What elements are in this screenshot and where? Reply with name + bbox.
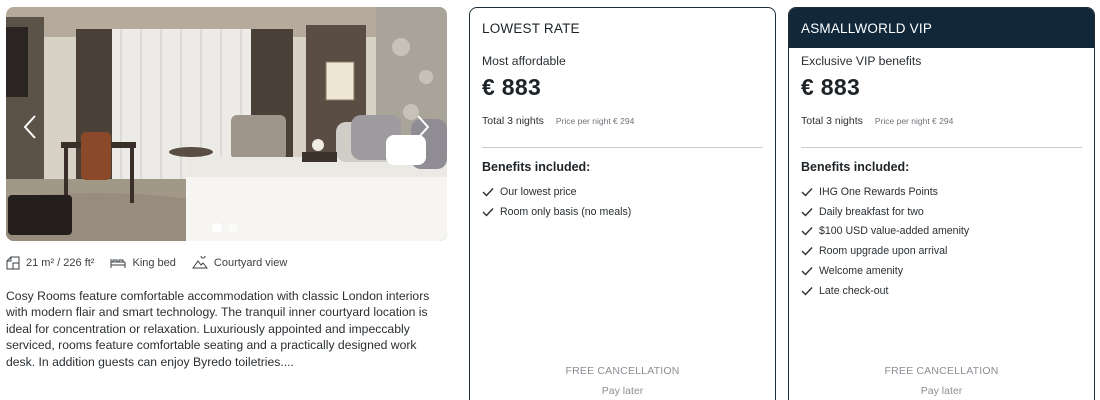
carousel-next-button[interactable]: [411, 112, 435, 142]
price-per-night-label: Price per night € 294: [874, 116, 954, 126]
check-icon: [482, 187, 494, 197]
view-feature: Courtyard view: [191, 256, 288, 270]
total-nights-label: Total 3 nights: [801, 115, 863, 127]
pay-later-label: Pay later: [601, 385, 644, 397]
room-size-feature: 21 m² / 226 ft²: [6, 256, 94, 270]
divider: [801, 147, 1082, 148]
benefit-item: IHG One Rewards Points: [801, 182, 1082, 202]
benefits-title: Benefits included:: [482, 160, 591, 174]
room-photo-carousel[interactable]: [6, 7, 447, 241]
rate-card-footer: FREE CANCELLATION Pay later: [789, 365, 1094, 397]
view-label: Courtyard view: [213, 257, 288, 269]
rate-card-total: Total 3 nights Price per night € 294: [789, 115, 1094, 127]
bed-icon: [110, 259, 126, 268]
total-nights-label: Total 3 nights: [482, 115, 544, 127]
rate-card-price: € 883: [482, 74, 542, 100]
courtyard-view-icon: [191, 256, 208, 269]
check-icon: [801, 227, 813, 236]
benefits-list: Our lowest price Room only basis (no mea…: [470, 182, 775, 222]
check-icon: [801, 207, 813, 217]
chevron-left-icon: [23, 115, 36, 139]
check-icon: [801, 247, 813, 256]
price-per-night-label: Price per night € 294: [555, 116, 635, 126]
benefit-item: Room upgrade upon arrival: [801, 241, 1082, 261]
benefit-label: IHG One Rewards Points: [819, 185, 938, 198]
rate-card-footer: FREE CANCELLATION Pay later: [470, 365, 775, 397]
check-icon: [801, 286, 813, 296]
carousel-prev-button[interactable]: [18, 112, 42, 142]
floorplan-icon: [6, 256, 20, 270]
rate-card-vip[interactable]: ASMALLWORLD VIP Exclusive VIP benefits €…: [788, 7, 1095, 400]
bed-feature: King bed: [110, 256, 176, 270]
rate-card-header: ASMALLWORLD VIP: [789, 8, 1094, 48]
benefit-label: Room upgrade upon arrival: [819, 245, 948, 258]
divider: [482, 147, 763, 148]
benefit-item: Room only basis (no meals): [482, 202, 763, 222]
check-icon: [801, 267, 813, 276]
benefits-list: IHG One Rewards Points Daily breakfast f…: [789, 182, 1094, 301]
carousel-dot-1[interactable]: [212, 223, 222, 233]
benefits-title: Benefits included:: [801, 160, 910, 174]
pay-later-label: Pay later: [920, 385, 963, 397]
rate-card-subtitle: Exclusive VIP benefits: [801, 54, 922, 68]
room-photo: [6, 7, 447, 241]
free-cancellation-label: FREE CANCELLATION: [565, 365, 680, 377]
benefit-label: $100 USD value-added amenity: [819, 225, 970, 238]
benefit-label: Late check-out: [819, 284, 889, 297]
carousel-dots: [212, 223, 238, 233]
bed-type-label: King bed: [132, 257, 176, 269]
benefit-item: Our lowest price: [482, 182, 763, 202]
rate-card-subtitle: Most affordable: [482, 54, 566, 68]
free-cancellation-label: FREE CANCELLATION: [884, 365, 999, 377]
carousel-dot-2[interactable]: [228, 223, 238, 233]
rate-card-price: € 883: [801, 74, 861, 100]
benefit-label: Room only basis (no meals): [500, 205, 632, 218]
benefit-label: Our lowest price: [500, 185, 577, 198]
benefit-label: Daily breakfast for two: [819, 205, 924, 218]
benefit-item: Daily breakfast for two: [801, 202, 1082, 222]
room-size-label: 21 m² / 226 ft²: [26, 257, 95, 269]
check-icon: [482, 207, 494, 217]
room-features: 21 m² / 226 ft² King bed Courtyard view: [6, 256, 303, 270]
rate-card-lowest[interactable]: LOWEST RATE Most affordable € 883 Total …: [469, 7, 776, 400]
rate-card-total: Total 3 nights Price per night € 294: [470, 115, 775, 127]
chevron-right-icon: [417, 115, 430, 139]
rate-card-header: LOWEST RATE: [482, 20, 580, 36]
benefit-item: Welcome amenity: [801, 261, 1082, 281]
benefit-label: Welcome amenity: [819, 265, 903, 278]
room-description: Cosy Rooms feature comfortable accommoda…: [6, 289, 430, 369]
benefit-item: $100 USD value-added amenity: [801, 222, 1082, 242]
benefit-item: Late check-out: [801, 281, 1082, 301]
check-icon: [801, 187, 813, 197]
